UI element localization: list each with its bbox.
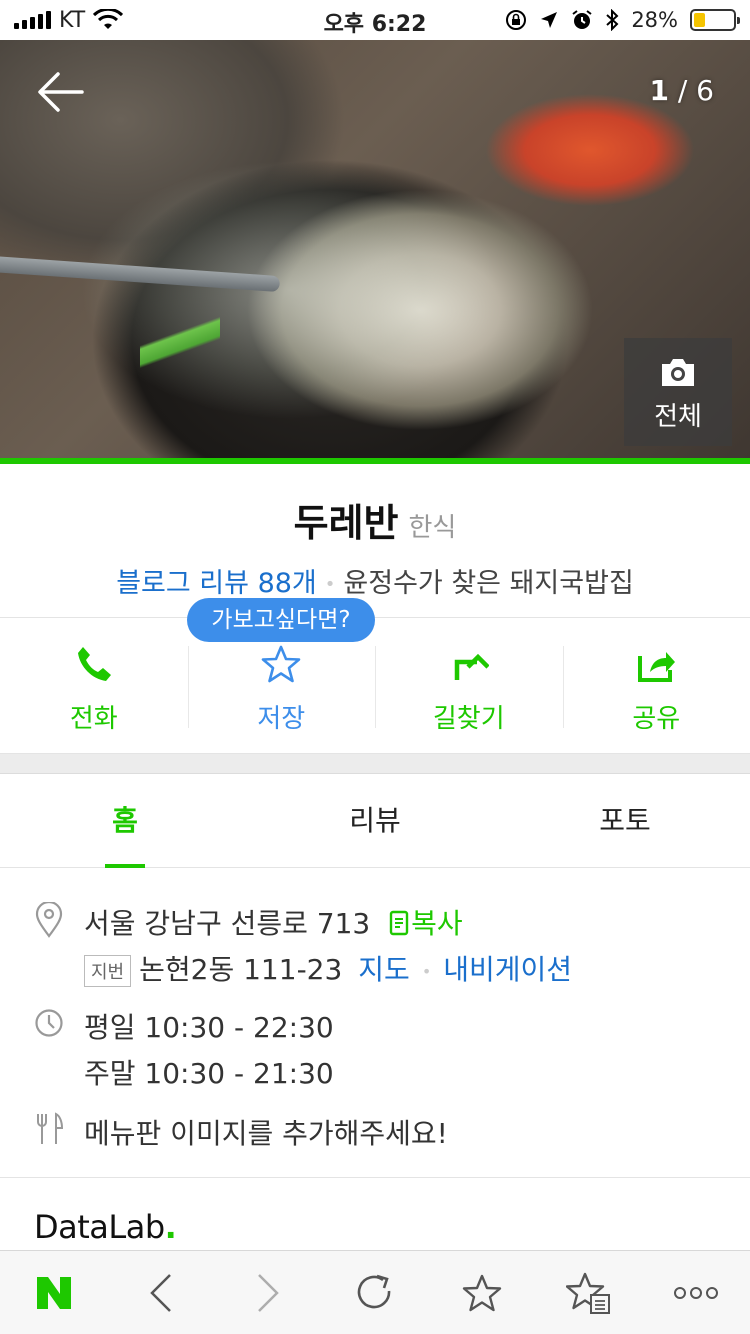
jibeon-badge: 지번 [84, 955, 132, 987]
bookmark-list-button[interactable] [559, 1263, 619, 1323]
battery-icon [690, 9, 740, 31]
bookmark-list-icon [566, 1272, 611, 1314]
jibeon-row: 지번 논현2동 111-23 지도 • 내비게이션 [84, 948, 572, 988]
datalab-dot: . [164, 1208, 177, 1246]
bluetooth-icon [606, 9, 619, 31]
place-info: 서울 강남구 선릉로 713 복사 지번 논현2동 111-23 지도 • 내비게이션 … [0, 868, 750, 1178]
photo-counter: 1 / 6 [649, 74, 714, 107]
star-icon [261, 645, 301, 683]
phone-icon [77, 647, 111, 681]
fork-knife-icon [37, 1112, 64, 1144]
place-title-row: 두레반 한식 [0, 492, 750, 547]
naver-home-button[interactable] [24, 1263, 84, 1323]
place-name: 두레반 [293, 501, 399, 545]
hours-weekend: 주말 10:30 - 21:30 [84, 1057, 334, 1090]
add-menu-image-link[interactable]: 메뉴판 이미지를 추가해주세요! [84, 1112, 448, 1152]
photo-greens [140, 270, 220, 430]
tab-home[interactable]: 홈 [0, 774, 250, 868]
bookmark-button[interactable] [452, 1263, 512, 1323]
browser-toolbar [0, 1250, 750, 1334]
all-photos-label: 전체 [654, 402, 702, 432]
more-button[interactable] [666, 1263, 726, 1323]
save-label: 저장 [257, 704, 306, 734]
alarm-icon [572, 10, 592, 29]
naver-logo-icon [36, 1276, 71, 1309]
clock-icon [35, 1009, 63, 1037]
camera-icon [662, 359, 694, 386]
reload-button[interactable] [345, 1263, 405, 1323]
bookmark-star-icon [462, 1274, 502, 1311]
directions-button[interactable]: 길찾기 [375, 618, 563, 753]
back-arrow-icon [38, 72, 84, 112]
battery-percent: 28% [631, 8, 678, 32]
more-dots-icon [674, 1286, 719, 1299]
all-photos-button[interactable]: 전체 [624, 338, 732, 446]
tab-photo[interactable]: 포토 [500, 774, 750, 867]
datalab-text: DataLab [34, 1208, 165, 1246]
directions-label: 길찾기 [432, 704, 505, 734]
blog-review-link[interactable]: 블로그 리뷰 88개 [116, 568, 317, 599]
location-pin-icon [35, 902, 63, 938]
place-subtitle: 블로그 리뷰 88개 • 윤정수가 찾은 돼지국밥집 [0, 561, 750, 600]
share-icon [638, 652, 676, 682]
share-label: 공유 [632, 704, 681, 734]
reload-icon [357, 1274, 391, 1308]
place-header: 두레반 한식 블로그 리뷰 88개 • 윤정수가 찾은 돼지국밥집 [0, 464, 750, 618]
copy-label: 복사 [411, 907, 463, 940]
location-icon [541, 12, 558, 28]
directions-icon [454, 653, 489, 680]
address-row: 서울 강남구 선릉로 713 복사 [84, 902, 463, 942]
call-button[interactable]: 전화 [0, 618, 188, 753]
save-tooltip[interactable]: 가보고싶다면? [187, 598, 375, 642]
place-category: 한식 [408, 513, 457, 543]
copy-icon [389, 910, 409, 936]
action-row: 전화 저장 길찾기 공유 [0, 618, 750, 754]
navigation-link[interactable]: 내비게이션 [443, 953, 572, 986]
subtitle-dot: • [324, 574, 336, 595]
tab-bar: 홈 리뷰 포토 [0, 774, 750, 868]
call-label: 전화 [69, 704, 118, 734]
hours-weekday: 평일 10:30 - 22:30 [84, 1011, 334, 1044]
address-text: 서울 강남구 선릉로 713 [84, 907, 371, 940]
link-separator: • [421, 961, 432, 981]
map-link[interactable]: 지도 [358, 953, 410, 986]
status-bar: KT 오후 6:22 28% [0, 0, 750, 40]
browser-back-button[interactable] [131, 1263, 191, 1323]
chevron-right-icon [257, 1273, 279, 1312]
datalab-logo: DataLab. [34, 1208, 177, 1246]
share-button[interactable]: 공유 [562, 618, 750, 753]
photo-counter-total: 6 [696, 74, 714, 107]
back-button[interactable] [36, 70, 86, 114]
browser-forward-button[interactable] [238, 1263, 298, 1323]
chevron-left-icon [149, 1273, 171, 1312]
jibeon-address: 논현2동 111-23 [139, 953, 343, 986]
photo-counter-sep: / [668, 74, 697, 107]
hero-photo[interactable]: 1 / 6 전체 [0, 40, 750, 458]
place-tagline: 윤정수가 찾은 돼지국밥집 [343, 568, 634, 599]
section-divider [0, 754, 750, 774]
photo-counter-current: 1 [649, 74, 669, 107]
copy-address-button[interactable]: 복사 [389, 907, 463, 940]
tab-review[interactable]: 리뷰 [250, 774, 500, 867]
rotation-lock-icon [506, 10, 527, 30]
